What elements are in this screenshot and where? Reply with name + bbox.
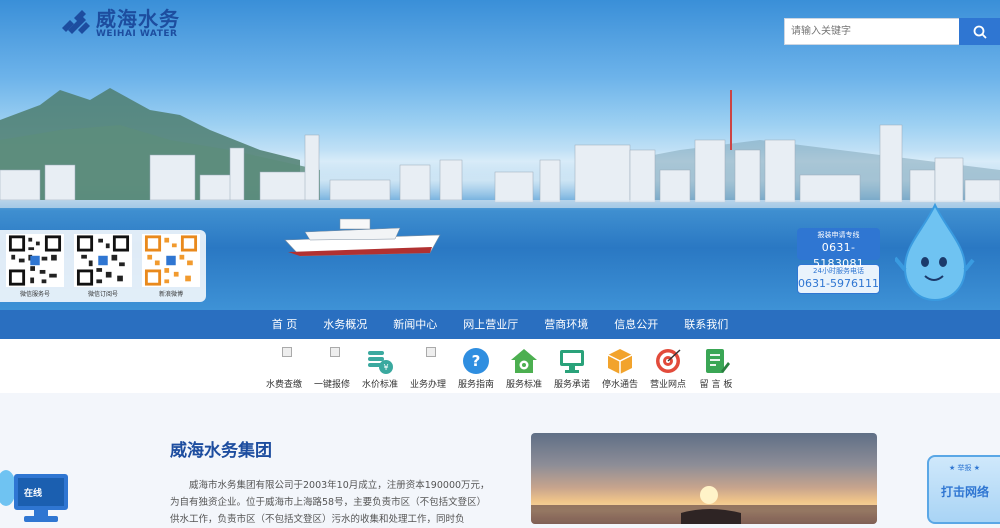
service-outlets[interactable]: 营业网点 <box>644 339 692 393</box>
service-shortcuts: 水费查缴 一键报修 ¥ 水价标准 业务办理 ? 服务指南 服务标准 服务承诺 停… <box>0 339 1000 393</box>
hotline-panel: 报装申请专线 0631-5183081 24小时服务电话 0631-597611… <box>797 228 880 294</box>
online-label: 在线 <box>24 489 43 499</box>
search-input[interactable] <box>784 18 959 45</box>
box-icon <box>607 349 633 374</box>
qr-wechat-service[interactable]: 微信服务号 <box>4 234 66 298</box>
qr-code-icon <box>6 234 64 287</box>
hero-banner: 威海水务 WEIHAI WATER 微信服务号 <box>0 0 1000 310</box>
search-button[interactable] <box>959 18 1000 45</box>
water-drop-mascot-icon <box>895 202 975 302</box>
qr-code-icon <box>74 234 132 287</box>
sunset-photo <box>531 433 877 524</box>
service-outage-notice[interactable]: 停水通告 <box>596 339 644 393</box>
monitor-icon <box>560 350 584 373</box>
report-title: 打击网络 <box>941 485 990 499</box>
main-navigation: 首 页 水务概况 新闻中心 网上营业厅 营商环境 信息公开 联系我们 <box>0 310 1000 339</box>
about-text: 威海市水务集团有限公司于2003年10月成立，注册资本190000万元，为自有独… <box>170 480 490 525</box>
document-pen-icon <box>706 349 730 373</box>
service-label: 服务标准 <box>505 380 542 390</box>
report-small-label: ★ 举报 ★ <box>948 464 980 472</box>
logo-english-text: WEIHAI WATER <box>96 29 178 39</box>
service-guide[interactable]: ? 服务指南 <box>452 339 500 393</box>
install-hotline[interactable]: 报装申请专线 0631-5183081 <box>797 228 880 270</box>
service-commitment[interactable]: 服务承诺 <box>548 339 596 393</box>
qr-sina-weibo[interactable]: 新浪微博 <box>140 234 202 298</box>
about-title: 威海水务集团 <box>170 441 272 461</box>
online-service-widget[interactable]: 在线 <box>0 458 75 528</box>
service-water-bill[interactable]: 水费查缴 <box>260 339 308 393</box>
qr-code-icon <box>142 234 200 287</box>
service-label: 服务承诺 <box>553 380 590 390</box>
service-water-price[interactable]: ¥ 水价标准 <box>356 339 404 393</box>
qr-label: 微信订阅号 <box>87 291 118 298</box>
broken-image-icon <box>426 347 436 357</box>
qr-label: 新浪微博 <box>158 291 183 298</box>
qr-code-panel: 微信服务号 微信订阅号 新浪微博 <box>0 230 206 302</box>
ship <box>284 218 441 257</box>
service-label: 留 言 板 <box>699 380 733 390</box>
service-standard[interactable]: 服务标准 <box>500 339 548 393</box>
report-widget[interactable]: ★ 举报 ★ 打击网络 <box>927 455 1000 524</box>
broken-image-icon <box>282 347 292 357</box>
question-icon: ? <box>463 348 489 374</box>
nav-item-news[interactable]: 新闻中心 <box>380 310 450 339</box>
qr-label: 微信服务号 <box>19 291 50 298</box>
service-label: 一键报修 <box>313 380 350 390</box>
service-hotline-title: 24小时服务电话 <box>813 267 864 275</box>
nav-item-contact[interactable]: 联系我们 <box>671 310 741 339</box>
service-label: 水费查缴 <box>265 380 302 390</box>
nav-item-online-hall[interactable]: 网上营业厅 <box>450 310 531 339</box>
nav-item-business-environment[interactable]: 营商环境 <box>531 310 601 339</box>
logo-mark-icon <box>62 10 90 34</box>
search-bar <box>784 18 1000 45</box>
qr-wechat-subscription[interactable]: 微信订阅号 <box>72 234 134 298</box>
service-label: 停水通告 <box>601 380 638 390</box>
svg-text:¥: ¥ <box>383 363 388 372</box>
house-gear-icon <box>511 349 537 373</box>
target-icon <box>656 349 681 373</box>
svg-text:?: ? <box>472 352 481 370</box>
sunset-illustration <box>531 486 877 524</box>
service-label: 营业网点 <box>649 380 686 390</box>
coins-icon: ¥ <box>368 351 393 374</box>
service-label: 水价标准 <box>361 380 398 390</box>
nav-item-overview[interactable]: 水务概况 <box>310 310 380 339</box>
broken-image-icon <box>330 347 340 357</box>
service-hotline[interactable]: 24小时服务电话 0631-5976111 <box>797 264 880 294</box>
service-hotline-number: 0631-5976111 <box>798 277 879 290</box>
site-logo[interactable]: 威海水务 WEIHAI WATER <box>60 8 180 40</box>
service-repair[interactable]: 一键报修 <box>308 339 356 393</box>
search-icon <box>973 25 987 39</box>
service-label: 业务办理 <box>409 380 446 390</box>
install-hotline-title: 报装申请专线 <box>817 231 860 239</box>
service-business[interactable]: 业务办理 <box>404 339 452 393</box>
nav-item-home[interactable]: 首 页 <box>259 310 311 339</box>
service-message-board[interactable]: 留 言 板 <box>692 339 740 393</box>
service-label: 服务指南 <box>457 380 494 390</box>
nav-item-information-disclosure[interactable]: 信息公开 <box>601 310 671 339</box>
logo-chinese-text: 威海水务 <box>96 7 180 31</box>
